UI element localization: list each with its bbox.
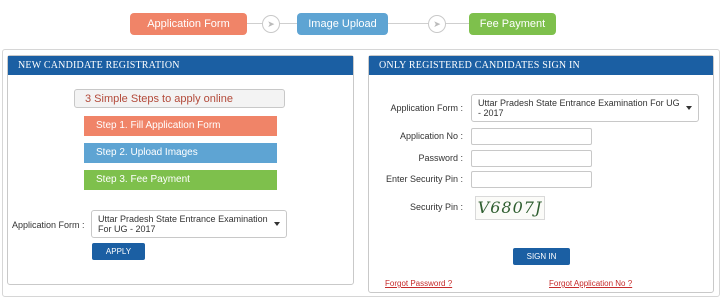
- select-value: Uttar Pradesh State Entrance Examination…: [478, 98, 680, 118]
- caret-down-icon: [274, 222, 280, 226]
- application-form-select[interactable]: Uttar Pradesh State Entrance Examination…: [91, 210, 287, 238]
- panel-title: NEW CANDIDATE REGISTRATION: [8, 56, 353, 75]
- application-form-select[interactable]: Uttar Pradesh State Entrance Examination…: [471, 94, 699, 122]
- step-navigation: Application Form ➤ Image Upload ➤ Fee Pa…: [0, 0, 728, 46]
- step-fee-payment[interactable]: Fee Payment: [469, 13, 556, 35]
- chevron-right-icon: ➤: [262, 15, 280, 33]
- panel-title: ONLY REGISTERED CANDIDATES SIGN IN: [369, 56, 713, 75]
- select-value: Uttar Pradesh State Entrance Examination…: [98, 214, 268, 234]
- application-no-label: Application No :: [399, 131, 463, 141]
- captcha-label: Security Pin :: [409, 202, 463, 212]
- sign-in-button[interactable]: SIGN IN: [513, 248, 570, 265]
- forgot-password-link[interactable]: Forgot Password ?: [385, 279, 452, 288]
- forgot-application-no-link[interactable]: Forgot Application No ?: [549, 279, 632, 288]
- security-pin-label: Enter Security Pin :: [385, 174, 463, 184]
- application-form-label: Application Form :: [12, 220, 85, 230]
- caret-down-icon: [686, 106, 692, 110]
- application-form-label: Application Form :: [390, 103, 463, 113]
- step-image-upload[interactable]: Image Upload: [297, 13, 388, 35]
- step-bar-fee-payment: Step 3. Fee Payment: [84, 170, 277, 190]
- apply-button[interactable]: APPLY: [92, 243, 145, 260]
- password-input[interactable]: [471, 150, 592, 167]
- steps-heading: 3 Simple Steps to apply online: [74, 89, 285, 108]
- password-label: Password :: [418, 153, 463, 163]
- step-bar-fill-form: Step 1. Fill Application Form: [84, 116, 277, 136]
- sign-in-panel: ONLY REGISTERED CANDIDATES SIGN IN Appli…: [368, 55, 714, 293]
- captcha-image: V6807J: [475, 196, 545, 220]
- step-application-form[interactable]: Application Form: [130, 13, 247, 35]
- step-bar-upload-images: Step 2. Upload Images: [84, 143, 277, 163]
- new-registration-panel: NEW CANDIDATE REGISTRATION 3 Simple Step…: [7, 55, 354, 285]
- chevron-right-icon: ➤: [428, 15, 446, 33]
- security-pin-input[interactable]: [471, 171, 592, 188]
- application-no-input[interactable]: [471, 128, 592, 145]
